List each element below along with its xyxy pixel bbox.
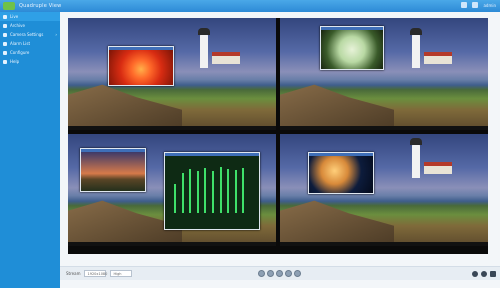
monitor-bar xyxy=(234,169,237,213)
flower-image xyxy=(109,50,173,85)
overlay-window-hydrangea[interactable] xyxy=(320,26,384,70)
sidebar-item-help[interactable]: Help xyxy=(0,57,60,66)
camera-status-bar xyxy=(280,242,488,246)
monitor-bar xyxy=(181,172,184,213)
resolution-select[interactable]: 1920x1080 xyxy=(84,270,108,277)
configure-icon xyxy=(3,50,7,55)
stream-label: Stream xyxy=(66,271,81,276)
house-shape xyxy=(424,52,452,64)
monitor-bar xyxy=(212,171,214,213)
mini-lighthouse-image xyxy=(81,152,145,191)
performance-monitor xyxy=(165,156,259,229)
monitor-bar xyxy=(242,168,245,213)
chevron-right-icon: › xyxy=(55,32,57,37)
bottom-toolbar: Stream 1920x1080 High xyxy=(60,266,500,280)
jellyfish-image xyxy=(309,156,373,193)
sidebar-item-label: Live xyxy=(10,14,19,19)
playback-controls xyxy=(258,270,301,277)
quality-select[interactable]: High xyxy=(110,270,133,277)
monitor-bar xyxy=(219,166,222,213)
sidebar-item-camera-settings[interactable]: Camera Settings › xyxy=(0,30,60,39)
app-logo xyxy=(3,2,15,10)
sidebar-item-label: Configure xyxy=(10,50,30,55)
sidebar-item-alarm-list[interactable]: Alarm List xyxy=(0,39,60,48)
zoom-out-icon[interactable] xyxy=(276,270,283,277)
sidebar-item-label: Archive xyxy=(10,23,25,28)
monitor-bar xyxy=(174,183,177,213)
lighthouse-shape xyxy=(198,28,210,68)
sidebar-item-label: Alarm List xyxy=(10,41,31,46)
house-shape xyxy=(212,52,240,64)
overlay-window-flower[interactable] xyxy=(108,46,174,86)
resolution-select-value: 1920x1080 xyxy=(87,271,108,276)
sidebar-item-live[interactable]: Live xyxy=(0,12,60,21)
lighthouse-shape xyxy=(410,28,422,68)
sidebar-item-label: Camera Settings xyxy=(10,32,44,37)
main-panel: Stream 1920x1080 High xyxy=(60,12,500,288)
camera-status-bar xyxy=(68,126,276,130)
top-bar: Quadruple View admin xyxy=(0,0,500,12)
camera-view-4[interactable] xyxy=(280,134,488,246)
quality-select-value: High xyxy=(113,271,122,276)
monitor-bar xyxy=(196,170,199,213)
lighthouse-shape xyxy=(410,138,422,178)
sidebar-item-archive[interactable]: Archive xyxy=(0,21,60,30)
user-icon[interactable] xyxy=(461,2,468,8)
top-actions: admin xyxy=(461,2,496,8)
settings-icon[interactable] xyxy=(481,270,487,277)
alarm-icon xyxy=(3,41,7,46)
overlay-window-mini-lighthouse[interactable] xyxy=(80,148,146,192)
house-shape xyxy=(424,162,452,174)
overlay-window-monitor[interactable] xyxy=(164,152,260,230)
view-controls xyxy=(472,270,496,277)
camera-icon xyxy=(3,32,7,37)
camera-view-1[interactable] xyxy=(68,18,276,130)
monitor-bar xyxy=(204,167,207,213)
camera-view-3[interactable] xyxy=(68,134,276,246)
app-title: Quadruple View xyxy=(19,3,62,9)
ptz-icon[interactable] xyxy=(258,270,265,277)
overlay-window-jellyfish[interactable] xyxy=(308,152,374,194)
camera-view-2[interactable] xyxy=(280,18,488,130)
camera-status-bar xyxy=(68,242,276,246)
monitor-bar xyxy=(227,169,230,213)
monitor-bar xyxy=(189,169,192,213)
archive-icon xyxy=(3,23,7,28)
sidebar-item-label: Help xyxy=(10,59,20,64)
sidebar-item-configure[interactable]: Configure xyxy=(0,48,60,57)
hydrangea-image xyxy=(321,30,383,69)
live-icon xyxy=(3,14,7,19)
camera-status-bar xyxy=(280,126,488,130)
audio-icon[interactable] xyxy=(472,270,478,277)
video-grid xyxy=(68,18,488,254)
top-user-name[interactable]: admin xyxy=(483,3,496,8)
camera-label-strip xyxy=(68,255,488,261)
record-icon[interactable] xyxy=(294,270,301,277)
sidebar: Live Archive Camera Settings › Alarm Lis… xyxy=(0,12,60,288)
help-icon xyxy=(3,59,7,64)
fullscreen-icon[interactable] xyxy=(490,270,496,277)
settings-icon[interactable] xyxy=(472,2,479,8)
zoom-in-icon[interactable] xyxy=(267,270,274,277)
snapshot-icon[interactable] xyxy=(285,270,292,277)
